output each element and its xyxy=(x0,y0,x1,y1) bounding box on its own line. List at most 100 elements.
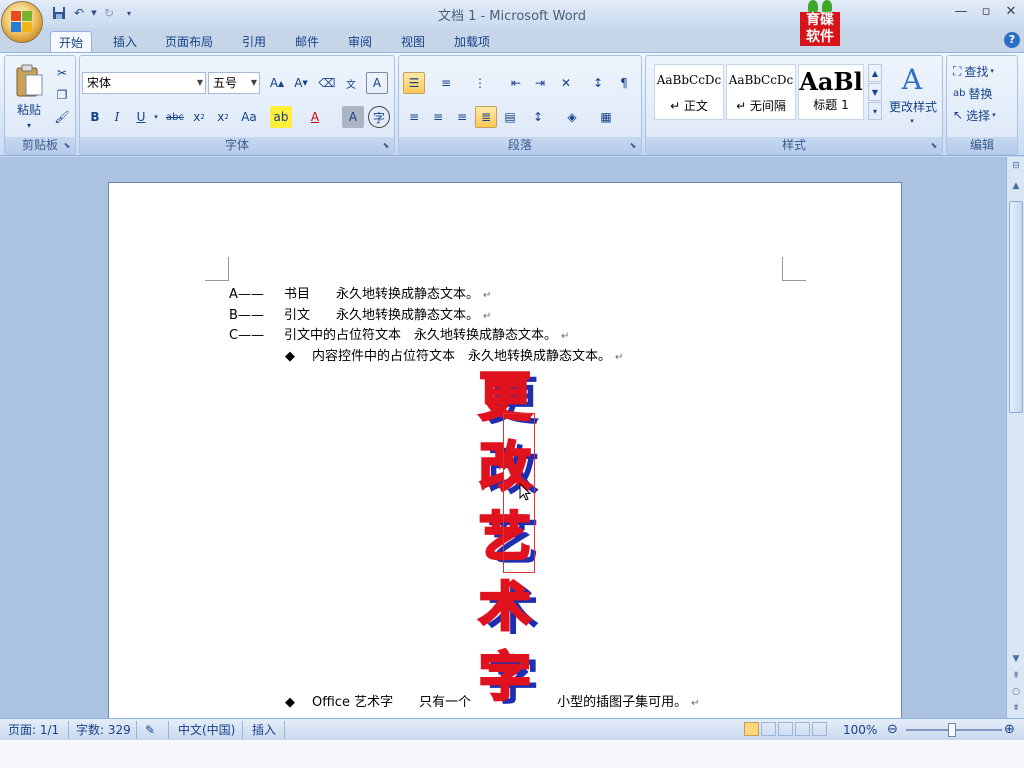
wordart-char: 术术 xyxy=(477,577,540,643)
highlight-icon[interactable]: ab xyxy=(270,106,292,128)
copy-icon[interactable]: ❐ xyxy=(51,84,73,106)
align-left-icon[interactable]: ≡ xyxy=(403,106,425,128)
cut-icon[interactable]: ✂ xyxy=(51,62,73,84)
char-shading-icon[interactable]: A xyxy=(342,106,364,128)
tab-page-layout[interactable]: 页面布局 xyxy=(157,31,221,53)
line-spacing-icon[interactable]: ↕ xyxy=(527,106,549,128)
select-button[interactable]: ↖ 选择 ▾ xyxy=(953,106,1015,124)
change-styles-button[interactable]: 更改样式 xyxy=(886,98,940,114)
change-styles-icon[interactable]: A xyxy=(894,62,930,96)
find-button[interactable]: ⛶ 查找 ▾ xyxy=(953,62,1015,80)
paste-icon[interactable] xyxy=(11,60,47,102)
replace-button[interactable]: ab 替换 xyxy=(953,84,1015,102)
grow-font-icon[interactable]: A ▲ xyxy=(266,72,288,94)
ruler-toggle-icon[interactable]: ⊟ xyxy=(1009,159,1023,173)
style-no-spacing[interactable]: AaBbCcDc ↵ 无间隔 xyxy=(726,64,796,120)
scroll-thumb[interactable] xyxy=(1009,201,1023,413)
language[interactable]: 中文(中国) xyxy=(178,722,235,738)
document-page[interactable]: A—— 书目 永久地转换成静态文本。 ↵ B—— 引文 永久地转换成静态文本。 ↵ C—… xyxy=(108,182,902,718)
tab-insert[interactable]: 插入 xyxy=(105,31,145,53)
web-layout-icon[interactable] xyxy=(778,722,793,736)
doc-line[interactable]: C—— 引文中的占位符文本 永久地转换成静态文本。 ↵ xyxy=(229,324,569,343)
close-button[interactable]: ✕ xyxy=(1000,4,1022,22)
bold-icon[interactable]: B xyxy=(84,106,106,128)
borders-icon[interactable]: ▦ xyxy=(595,106,617,128)
chinese-layout-icon[interactable]: ✕ xyxy=(555,72,577,94)
style-heading-1[interactable]: AaBl 标题 1 xyxy=(798,64,864,120)
maximize-button[interactable]: ▫ xyxy=(975,4,997,22)
draft-view-icon[interactable] xyxy=(812,722,827,736)
outline-view-icon[interactable] xyxy=(795,722,810,736)
shrink-font-icon[interactable]: A ▼ xyxy=(290,72,312,94)
zoom-level[interactable]: 100% xyxy=(843,722,877,738)
scroll-down-icon[interactable]: ▼ xyxy=(1009,652,1023,666)
styles-more-icon[interactable]: ▾ xyxy=(868,102,882,120)
select-browse-object-icon[interactable]: ○ xyxy=(1009,685,1023,699)
change-case-icon[interactable]: Aa xyxy=(238,106,260,128)
multilevel-list-icon[interactable]: ⋮ xyxy=(469,72,491,94)
font-launcher-icon[interactable]: ⬊ xyxy=(381,141,391,151)
paragraph-launcher-icon[interactable]: ⬊ xyxy=(628,141,638,151)
center-icon[interactable]: ≡ xyxy=(427,106,449,128)
char-border-icon[interactable]: A xyxy=(366,72,388,94)
tab-references[interactable]: 引用 xyxy=(234,31,274,53)
clipboard-launcher-icon[interactable]: ⬊ xyxy=(62,141,72,151)
doc-bullet-line[interactable]: ◆ 内容控件中的占位符文本 永久地转换成静态文本。 ↵ xyxy=(285,345,623,364)
styles-scroll-up-icon[interactable]: ▲ xyxy=(868,64,882,82)
print-layout-view-icon[interactable] xyxy=(744,722,759,736)
sort-icon[interactable]: ↕ xyxy=(587,72,609,94)
font-name-combo[interactable]: 宋体 ▼ xyxy=(82,72,206,94)
paste-dropdown-icon[interactable]: ▾ xyxy=(23,120,35,130)
distributed-icon[interactable]: ▤ xyxy=(499,106,521,128)
minimize-button[interactable]: — xyxy=(950,4,972,22)
full-screen-reading-icon[interactable] xyxy=(761,722,776,736)
underline-dropdown-icon[interactable]: ▾ xyxy=(152,110,160,124)
help-icon[interactable]: ? xyxy=(1004,32,1020,48)
styles-launcher-icon[interactable]: ⬊ xyxy=(929,141,939,151)
paste-button[interactable]: 粘贴 xyxy=(11,100,47,118)
vertical-scrollbar[interactable]: ⊟ ▲ ▼ ⇞ ○ ⇟ xyxy=(1006,157,1024,718)
format-painter-icon[interactable]: 🖌 xyxy=(51,106,73,128)
office-button[interactable] xyxy=(1,1,43,43)
enclose-char-icon[interactable]: 字 xyxy=(368,106,390,128)
insert-mode[interactable]: 插入 xyxy=(252,722,276,738)
align-right-icon[interactable]: ≡ xyxy=(451,106,473,128)
styles-scroll-down-icon[interactable]: ▼ xyxy=(868,83,882,101)
clear-format-icon[interactable]: ⌫ xyxy=(316,72,338,94)
zoom-in-icon[interactable]: ⊕ xyxy=(1004,722,1015,738)
strikethrough-icon[interactable]: abc xyxy=(164,106,186,128)
tab-view[interactable]: 视图 xyxy=(393,31,433,53)
change-styles-dropdown-icon[interactable]: ▾ xyxy=(906,116,918,126)
doc-line[interactable]: B—— 引文 永久地转换成静态文本。 ↵ xyxy=(229,304,491,323)
numbering-icon[interactable]: ≡ xyxy=(435,72,457,94)
superscript-icon[interactable]: x2 xyxy=(212,106,234,128)
scroll-up-icon[interactable]: ▲ xyxy=(1009,179,1023,193)
doc-bullet-line[interactable]: ◆ Office 艺术字 只有一个 小型的插图子集可用。 ↵ xyxy=(285,691,700,710)
justify-icon[interactable]: ≣ xyxy=(475,106,497,128)
tab-mailings[interactable]: 邮件 xyxy=(287,31,327,53)
tab-add-ins[interactable]: 加载项 xyxy=(446,31,498,53)
bullets-icon[interactable]: ☰ xyxy=(403,72,425,94)
doc-line[interactable]: A—— 书目 永久地转换成静态文本。 ↵ xyxy=(229,283,491,302)
style-normal[interactable]: AaBbCcDc ↵ 正文 xyxy=(654,64,724,120)
next-page-icon[interactable]: ⇟ xyxy=(1009,701,1023,715)
shading-icon[interactable]: ◈ xyxy=(561,106,583,128)
proofing-icon[interactable]: ✎ xyxy=(145,722,155,738)
font-size-combo[interactable]: 五号 ▼ xyxy=(208,72,260,94)
decrease-indent-icon[interactable]: ⇤ xyxy=(505,72,527,94)
increase-indent-icon[interactable]: ⇥ xyxy=(529,72,551,94)
show-marks-icon[interactable]: ¶ xyxy=(613,72,635,94)
subscript-icon[interactable]: x2 xyxy=(188,106,210,128)
previous-page-icon[interactable]: ⇞ xyxy=(1009,669,1023,683)
word-count[interactable]: 字数: 329 xyxy=(76,722,131,738)
page-count[interactable]: 页面: 1/1 xyxy=(8,722,59,738)
tab-review[interactable]: 审阅 xyxy=(340,31,380,53)
brand-logo: 育碟软件 xyxy=(800,0,840,46)
tab-home[interactable]: 开始 xyxy=(50,31,93,53)
underline-icon[interactable]: U xyxy=(130,106,152,128)
zoom-slider-handle[interactable] xyxy=(948,723,956,737)
phonetic-guide-icon[interactable]: 文 xyxy=(340,72,362,94)
zoom-out-icon[interactable]: ⊖ xyxy=(887,722,898,738)
italic-icon[interactable]: I xyxy=(106,106,128,128)
font-color-icon[interactable]: A xyxy=(304,106,326,128)
